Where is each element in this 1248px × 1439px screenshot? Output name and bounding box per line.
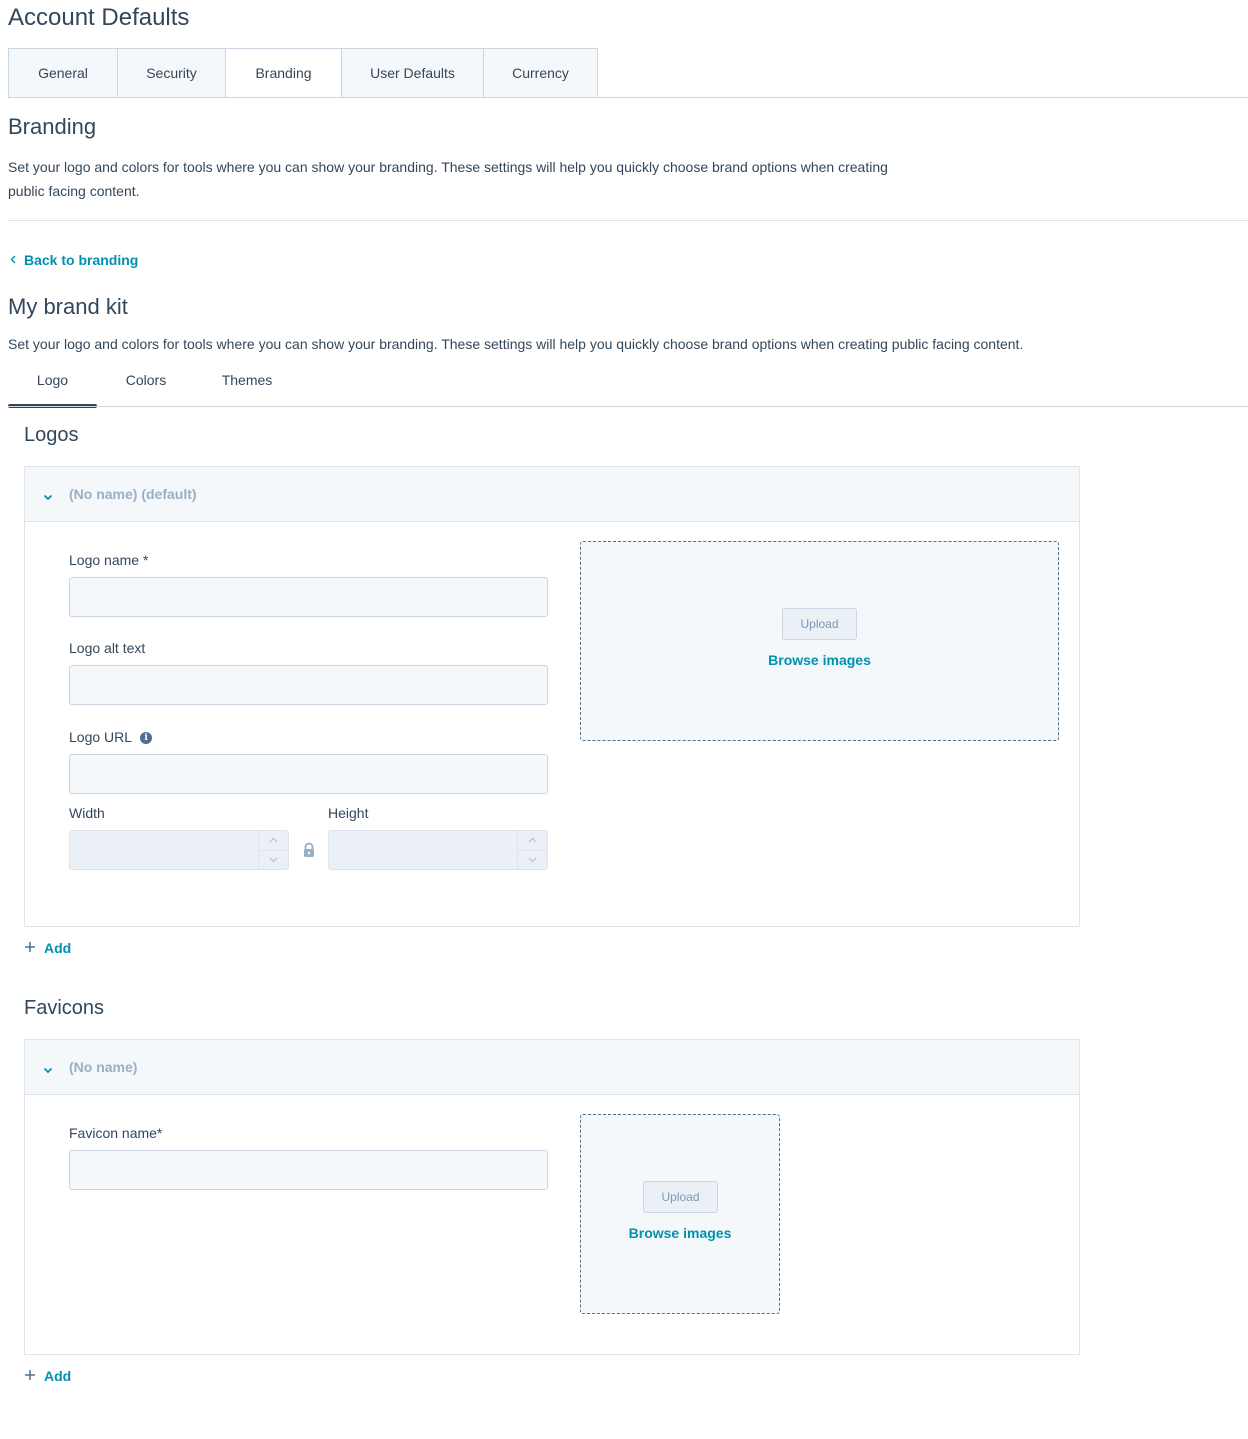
favicon-name-input[interactable]: [69, 1150, 548, 1190]
add-favicon-label: Add: [44, 1368, 72, 1384]
sub-tabs-divider: [8, 406, 1248, 407]
logo-browse-images-link[interactable]: Browse images: [581, 652, 1058, 668]
tab-currency[interactable]: Currency: [483, 48, 598, 98]
logo-alt-text-input[interactable]: [69, 665, 548, 705]
add-logo-button[interactable]: Add: [24, 940, 71, 956]
width-label: Width: [69, 805, 105, 821]
section-divider: [8, 220, 1248, 221]
back-to-branding-link[interactable]: Back to branding: [10, 252, 138, 268]
brand-kit-title: My brand kit: [8, 294, 128, 319]
tab-colors[interactable]: Colors: [97, 366, 195, 408]
height-stepper: [328, 830, 548, 870]
tab-security[interactable]: Security: [117, 48, 225, 98]
favicon-dropzone[interactable]: Upload Browse images: [580, 1114, 780, 1314]
back-link-label: Back to branding: [24, 252, 139, 268]
plus-icon: [24, 940, 36, 956]
logo-url-input[interactable]: [69, 754, 548, 794]
plus-icon: [24, 1368, 36, 1384]
chevron-down-icon: [43, 1062, 53, 1074]
tab-general[interactable]: General: [8, 48, 117, 98]
logo-upload-button[interactable]: Upload: [782, 608, 857, 640]
logo-name-label: Logo name *: [69, 552, 149, 568]
favicon-panel-header[interactable]: (No name): [25, 1040, 1079, 1095]
height-input[interactable]: [329, 831, 517, 869]
favicon-name-label: Favicon name*: [69, 1125, 163, 1141]
logo-alt-text-label: Logo alt text: [69, 640, 146, 656]
add-logo-label: Add: [44, 940, 72, 956]
chevron-down-icon[interactable]: [259, 851, 288, 870]
height-label: Height: [328, 805, 369, 821]
logo-panel: (No name) (default) Logo name * Logo alt…: [24, 466, 1080, 927]
top-tabs: General Security Branding User Defaults …: [8, 48, 598, 98]
tab-logo[interactable]: Logo: [8, 366, 97, 408]
chevron-down-icon: [43, 489, 53, 501]
logo-name-input[interactable]: [69, 577, 548, 617]
info-icon[interactable]: i: [140, 732, 153, 745]
logo-panel-name: (No name) (default): [69, 486, 197, 502]
favicon-panel-name: (No name): [69, 1059, 138, 1075]
width-input[interactable]: [70, 831, 258, 869]
height-stepper-buttons: [517, 831, 547, 869]
favicon-panel: (No name) Favicon name* Upload Browse im…: [24, 1039, 1080, 1355]
chevron-left-icon: [10, 253, 16, 267]
tab-branding[interactable]: Branding: [225, 48, 341, 98]
logo-panel-header[interactable]: (No name) (default): [25, 467, 1079, 522]
tabs-divider: [8, 97, 1248, 98]
chevron-up-icon[interactable]: [259, 831, 288, 851]
brand-kit-description: Set your logo and colors for tools where…: [8, 336, 1024, 352]
chevron-down-icon[interactable]: [518, 851, 547, 870]
chevron-up-icon[interactable]: [518, 831, 547, 851]
favicon-browse-images-link[interactable]: Browse images: [581, 1225, 779, 1241]
lock-icon[interactable]: [301, 842, 317, 858]
favicons-title: Favicons: [24, 997, 105, 1019]
logo-dropzone[interactable]: Upload Browse images: [580, 541, 1059, 741]
brand-kit-tabs: Logo Colors Themes: [8, 366, 299, 408]
branding-title: Branding: [8, 114, 97, 139]
add-favicon-button[interactable]: Add: [24, 1368, 71, 1384]
favicon-upload-button[interactable]: Upload: [643, 1181, 718, 1213]
tab-user-defaults[interactable]: User Defaults: [341, 48, 483, 98]
width-stepper: [69, 830, 289, 870]
logo-url-label: Logo URL: [69, 729, 133, 745]
width-stepper-buttons: [258, 831, 288, 869]
page-title: Account Defaults: [8, 4, 190, 31]
logos-title: Logos: [24, 424, 79, 446]
logo-url-label-row: Logo URL i: [69, 729, 153, 745]
branding-description: Set your logo and colors for tools where…: [8, 159, 888, 199]
tab-themes[interactable]: Themes: [195, 366, 299, 408]
